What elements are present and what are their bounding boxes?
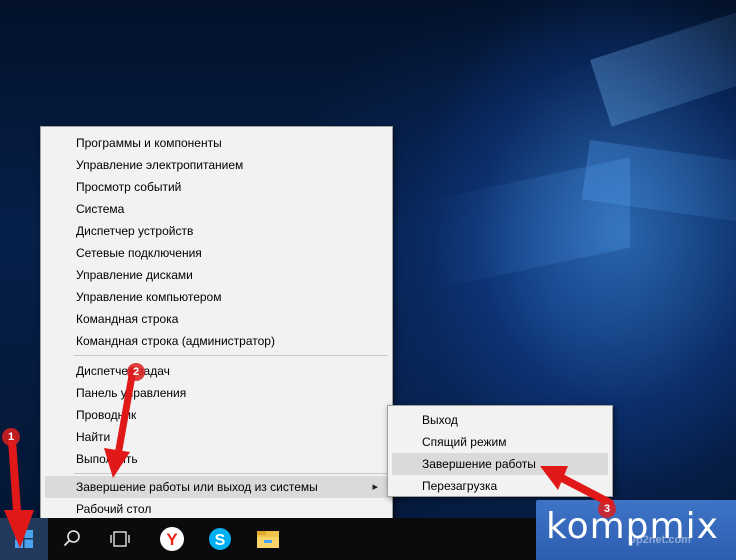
svg-text:Y: Y	[166, 530, 178, 549]
shutdown-submenu: Выход Спящий режим Завершение работы Пер…	[387, 405, 613, 497]
task-view-button[interactable]	[96, 518, 144, 560]
skype-taskbar-button[interactable]: S	[196, 518, 244, 560]
start-button[interactable]	[0, 518, 48, 560]
windows-start-icon	[15, 530, 33, 548]
menu-item-search[interactable]: Найти	[45, 426, 388, 448]
submenu-item-restart[interactable]: Перезагрузка	[392, 475, 608, 497]
menu-item-shutdown-signout[interactable]: Завершение работы или выход из системы ▸	[45, 476, 388, 498]
step-badge-2: 2	[127, 363, 145, 381]
menu-item-task-manager[interactable]: Диспетчер задач	[45, 360, 388, 382]
menu-item-control-panel[interactable]: Панель управления	[45, 382, 388, 404]
submenu-item-sign-out[interactable]: Выход	[392, 409, 608, 431]
menu-item-desktop[interactable]: Рабочий стол	[45, 498, 388, 520]
kompmix-watermark: kompmix Up2net.com	[536, 500, 736, 560]
menu-item-command-prompt[interactable]: Командная строка	[45, 308, 388, 330]
winx-context-menu: Программы и компоненты Управление электр…	[40, 126, 393, 523]
menu-item-device-manager[interactable]: Диспетчер устройств	[45, 220, 388, 242]
menu-item-file-explorer[interactable]: Проводник	[45, 404, 388, 426]
menu-item-network-connections[interactable]: Сетевые подключения	[45, 242, 388, 264]
submenu-item-shut-down[interactable]: Завершение работы	[392, 453, 608, 475]
step-badge-1: 1	[2, 428, 20, 446]
menu-separator	[74, 473, 388, 474]
search-button[interactable]	[48, 518, 96, 560]
menu-item-computer-management[interactable]: Управление компьютером	[45, 286, 388, 308]
wallpaper-light-beam	[430, 157, 630, 290]
menu-item-event-viewer[interactable]: Просмотр событий	[45, 176, 388, 198]
file-explorer-taskbar-button[interactable]	[244, 518, 292, 560]
menu-item-system[interactable]: Система	[45, 198, 388, 220]
submenu-item-sleep[interactable]: Спящий режим	[392, 431, 608, 453]
menu-item-label: Завершение работы или выход из системы	[76, 480, 318, 494]
search-icon	[63, 530, 80, 547]
svg-text:S: S	[215, 532, 226, 549]
step-badge-3: 3	[598, 500, 616, 518]
watermark-sub: Up2net.com	[628, 534, 691, 546]
skype-icon: S	[209, 528, 231, 550]
menu-separator	[74, 355, 388, 356]
yandex-browser-taskbar-button[interactable]: Y	[148, 518, 196, 560]
menu-item-disk-management[interactable]: Управление дисками	[45, 264, 388, 286]
chevron-right-icon: ▸	[372, 481, 378, 493]
menu-item-power-options[interactable]: Управление электропитанием	[45, 154, 388, 176]
task-view-icon	[110, 531, 130, 547]
wallpaper-light-beam	[590, 0, 736, 127]
menu-item-programs-features[interactable]: Программы и компоненты	[45, 132, 388, 154]
yandex-browser-icon: Y	[160, 527, 184, 551]
menu-item-command-prompt-admin[interactable]: Командная строка (администратор)	[45, 330, 388, 352]
file-explorer-icon	[257, 531, 279, 548]
menu-item-run[interactable]: Выполнить	[45, 448, 388, 470]
